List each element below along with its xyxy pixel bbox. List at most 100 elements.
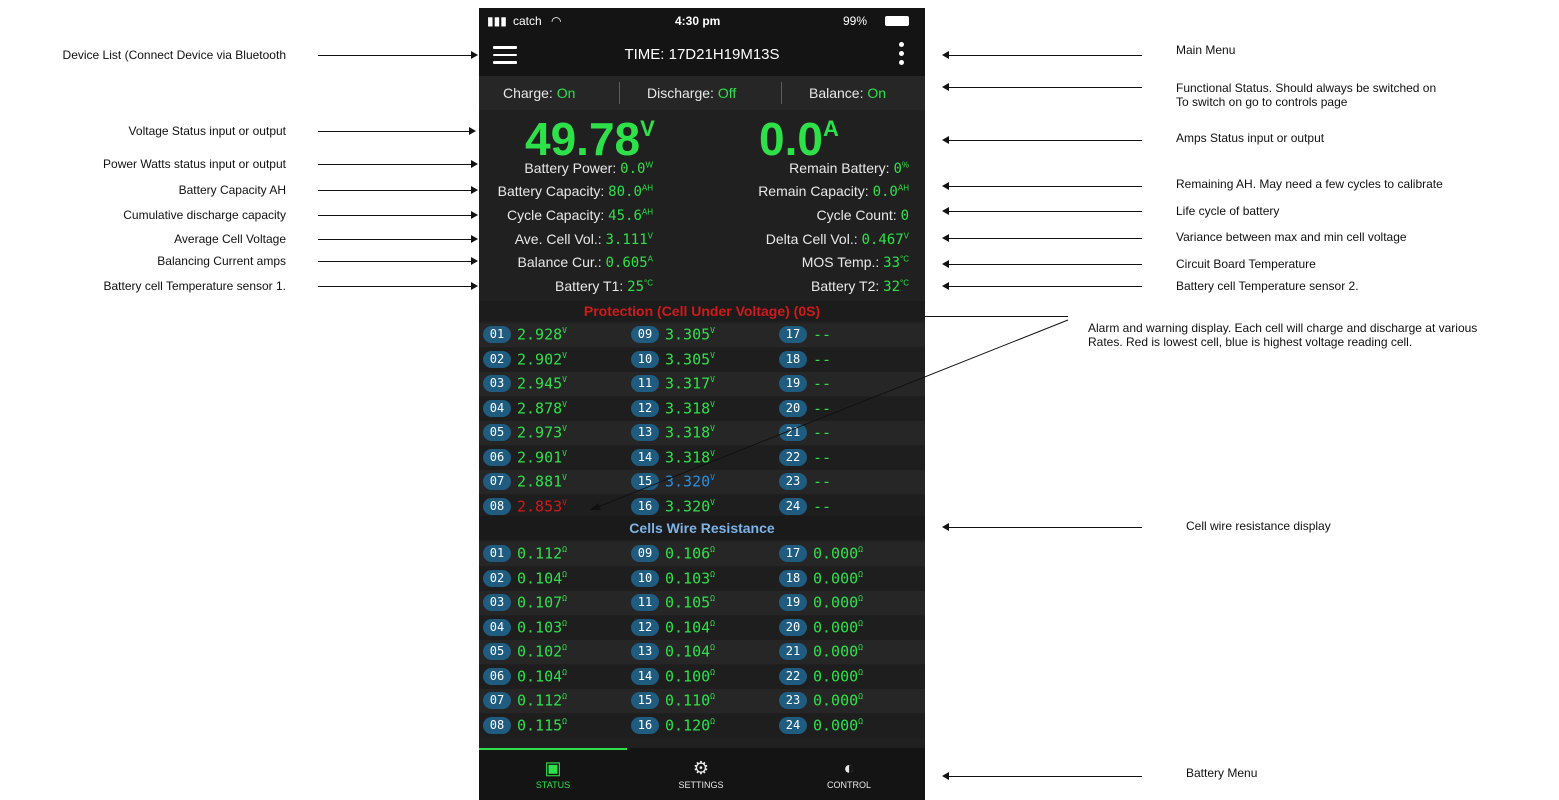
cell-resistance: 17 0.000Ω: [779, 544, 863, 566]
annotation-right: Variance between max and min cell voltag…: [1176, 230, 1407, 244]
battery-icon: [885, 16, 909, 26]
cell-resistance: 12 0.104Ω: [631, 618, 715, 640]
tab-control[interactable]: ◐ CONTROL: [775, 758, 923, 790]
active-tab-indicator: [479, 748, 627, 750]
cell-voltage: 03 2.945V: [483, 374, 567, 396]
annotation-right: Alarm and warning display. Each cell wil…: [1088, 321, 1478, 349]
cell-resistance: 06 0.104Ω: [483, 667, 567, 689]
arrowhead: [942, 523, 949, 531]
annotation-right: Remaining AH. May need a few cycles to c…: [1176, 177, 1443, 191]
gear-icon: ⚙: [692, 758, 710, 778]
annotation-pointer: [948, 55, 1142, 56]
annotation-pointer: [318, 286, 472, 287]
page-title: TIME: 17D21H19M13S: [624, 46, 780, 63]
annotation-pointer: [948, 238, 1142, 239]
annotation-left: Battery Capacity AH: [178, 183, 286, 197]
stat-item: Delta Cell Vol.: 0.467V: [765, 231, 909, 248]
annotation-pointer: [318, 215, 472, 216]
arrowhead: [942, 260, 949, 268]
cell-voltage: 22 --: [779, 448, 831, 470]
stat-item: Battery Power: 0.0W: [524, 160, 653, 177]
annotation-pointer: [318, 261, 472, 262]
voltage-readout: 49.78V: [525, 113, 655, 165]
resistance-title: Cells Wire Resistance: [479, 516, 925, 540]
stat-item: Battery Capacity: 80.0AH: [497, 183, 653, 200]
annotation-pointer: [948, 186, 1142, 187]
arrowhead: [942, 234, 949, 242]
cell-voltage: 04 2.878V: [483, 399, 567, 421]
cell-resistance: 03 0.107Ω: [483, 593, 567, 615]
annotation-pointer: [948, 776, 1142, 777]
annotation-pointer: [948, 140, 1142, 141]
stat-item: Battery T1: 25°C: [555, 278, 653, 295]
cell-resistance: 13 0.104Ω: [631, 642, 715, 664]
arrowhead: [471, 282, 478, 290]
cell-resistance: 23 0.000Ω: [779, 691, 863, 713]
cell-voltage: 20 --: [779, 399, 831, 421]
tab-settings[interactable]: ⚙ SETTINGS: [627, 758, 775, 790]
cell-resistance: 02 0.104Ω: [483, 569, 567, 591]
cell-voltage: 21 --: [779, 423, 831, 445]
annotation-pointer: [948, 264, 1142, 265]
protection-alarm: Protection (Cell Under Voltage) (0S): [479, 301, 925, 321]
cell-voltage: 23 --: [779, 472, 831, 494]
annotation-pointer: [948, 211, 1142, 212]
cell-resistance: 15 0.110Ω: [631, 691, 715, 713]
annotation-right: Amps Status input or output: [1176, 131, 1325, 145]
more-menu-icon[interactable]: [899, 42, 905, 68]
cell-resistance: 07 0.112Ω: [483, 691, 567, 713]
annotation-left: Battery cell Temperature sensor 1.: [103, 279, 286, 293]
arrowhead: [471, 51, 478, 59]
annotation-right: Life cycle of battery: [1176, 204, 1280, 218]
cell-resistance: 20 0.000Ω: [779, 618, 863, 640]
arrowhead: [942, 136, 949, 144]
cell-voltage: 17 --: [779, 325, 831, 347]
cell-resistance: 09 0.106Ω: [631, 544, 715, 566]
cell-resistance: 04 0.103Ω: [483, 618, 567, 640]
stat-item: Remain Battery: 0%: [789, 160, 909, 177]
arrowhead: [471, 160, 478, 168]
cell-voltage: 14 3.318V: [631, 448, 715, 470]
cell-resistance: 01 0.112Ω: [483, 544, 567, 566]
arrowhead: [942, 282, 949, 290]
signal-icon: ▮▮▮: [487, 14, 507, 28]
annotation-right: Battery cell Temperature sensor 2.: [1176, 279, 1359, 293]
stat-item: MOS Temp.: 33°C: [801, 254, 909, 271]
annotation-pointer: [948, 87, 1142, 88]
annotation-left: Cumulative discharge capacity: [123, 208, 286, 222]
stat-item: Ave. Cell Vol.: 3.111V: [514, 231, 653, 248]
cell-resistance: 05 0.102Ω: [483, 642, 567, 664]
arrowhead: [942, 51, 949, 59]
cell-resistance: 24 0.000Ω: [779, 716, 863, 738]
ios-status-bar: ▮▮▮ catch ◠ 4:30 pm 99%: [479, 8, 925, 34]
cell-resistance: 21 0.000Ω: [779, 642, 863, 664]
clock: 4:30 pm: [675, 14, 721, 28]
monitor-icon: ▣: [544, 758, 562, 778]
amps-readout: 0.0A: [759, 113, 839, 165]
tab-status[interactable]: ▣ STATUS: [479, 758, 627, 790]
cell-voltage: 18 --: [779, 350, 831, 372]
cell-voltage: 02 2.902V: [483, 350, 567, 372]
functional-status-bar: Charge: On Discharge: Off Balance: On: [479, 76, 925, 110]
cell-resistance: 14 0.100Ω: [631, 667, 715, 689]
annotation-pointer: [948, 527, 1142, 528]
annotation-pointer: [318, 131, 470, 132]
arrowhead: [471, 257, 478, 265]
annotation-pointer: [318, 55, 472, 56]
cell-voltage: 13 3.318V: [631, 423, 715, 445]
stat-item: Balance Cur.: 0.605A: [517, 254, 653, 271]
toggle-icon: ◐: [843, 758, 855, 778]
phone-screen: ▮▮▮ catch ◠ 4:30 pm 99% TIME: 17D21H19M1…: [479, 8, 925, 800]
cell-voltage: 12 3.318V: [631, 399, 715, 421]
annotation-left: Device List (Connect Device via Bluetoot…: [62, 48, 286, 62]
cell-resistance: 11 0.105Ω: [631, 593, 715, 615]
annotation-pointer: [948, 286, 1142, 287]
annotation-left: Balancing Current amps: [157, 254, 286, 268]
cell-voltage: 10 3.305V: [631, 350, 715, 372]
annotation-right: Functional Status. Should always be swit…: [1176, 81, 1437, 109]
arrowhead: [942, 772, 949, 780]
cell-voltage: 07 2.881V: [483, 472, 567, 494]
annotation-right: Battery Menu: [1186, 766, 1258, 780]
cell-resistance: 08 0.115Ω: [483, 716, 567, 738]
arrowhead: [471, 235, 478, 243]
